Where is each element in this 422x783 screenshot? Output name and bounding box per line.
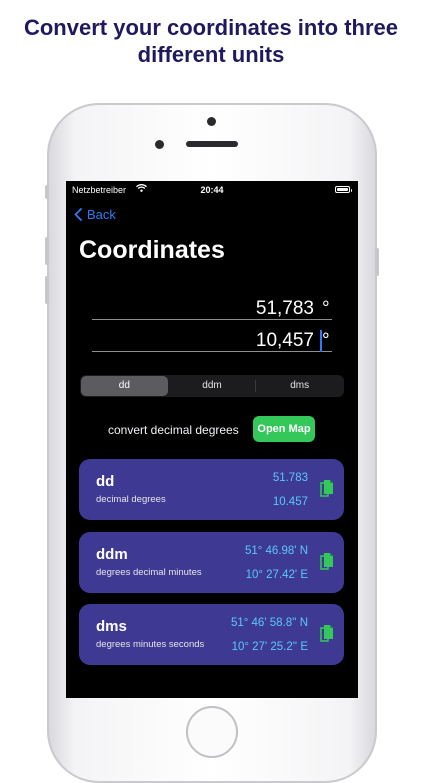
card-value-longitude: 10° 27' 25.2'' E xyxy=(231,641,308,653)
front-camera xyxy=(207,117,216,126)
back-label: Back xyxy=(87,207,116,222)
card-subtitle: degrees minutes seconds xyxy=(96,639,205,650)
segment-ddm[interactable]: ddm xyxy=(169,376,256,396)
home-button[interactable] xyxy=(186,706,238,758)
card-title: dd xyxy=(96,473,115,490)
headline-line-1: Convert your coordinates into three xyxy=(23,15,399,40)
open-map-button[interactable]: Open Map xyxy=(253,416,315,442)
card-title: ddm xyxy=(96,546,128,563)
text-cursor xyxy=(320,330,322,352)
page-title: Coordinates xyxy=(79,236,225,264)
card-subtitle: degrees decimal minutes xyxy=(96,567,202,578)
card-subtitle: decimal degrees xyxy=(96,494,166,505)
card-title: dms xyxy=(96,618,127,635)
status-bar: Netzbetreiber 20:44 xyxy=(66,183,358,197)
unit-segmented-control: dd ddm dms xyxy=(80,375,344,397)
latitude-degree-symbol: ° xyxy=(322,298,330,319)
card-value-longitude: 10.457 xyxy=(272,496,308,508)
card-value-latitude: 51° 46' 58.8'' N xyxy=(230,617,308,629)
headline: Convert your coordinates into three diff… xyxy=(0,14,422,68)
chevron-left-icon xyxy=(74,208,82,221)
app-screen: Netzbetreiber 20:44 Back Coordinates ° °… xyxy=(66,181,358,698)
card-value-latitude: 51.783 xyxy=(272,472,308,484)
copy-icon[interactable] xyxy=(320,552,334,572)
battery-icon xyxy=(335,186,352,193)
result-card-dd: dd decimal degrees 51.783 10.457 xyxy=(79,459,344,520)
phone-volume-up xyxy=(45,237,49,265)
earpiece-speaker xyxy=(186,141,238,147)
copy-icon[interactable] xyxy=(320,479,334,499)
card-value-latitude: 51° 46.98' N xyxy=(244,545,308,557)
back-button[interactable]: Back xyxy=(74,207,116,222)
copy-icon[interactable] xyxy=(320,624,334,644)
phone-power-button xyxy=(375,248,379,276)
longitude-degree-symbol: ° xyxy=(322,330,330,351)
segment-dd[interactable]: dd xyxy=(81,376,168,396)
phone-mute-switch xyxy=(45,185,49,199)
headline-line-2: different units xyxy=(137,42,285,67)
longitude-input[interactable] xyxy=(92,330,332,352)
latitude-input[interactable] xyxy=(92,298,332,320)
proximity-sensor xyxy=(155,140,164,149)
result-card-dms: dms degrees minutes seconds 51° 46' 58.8… xyxy=(79,604,344,665)
convert-label: convert decimal degrees xyxy=(108,423,239,437)
status-time: 20:44 xyxy=(200,185,224,195)
segment-dms[interactable]: dms xyxy=(256,376,343,396)
card-value-longitude: 10° 27.42' E xyxy=(245,569,308,581)
phone-volume-down xyxy=(45,276,49,304)
result-card-ddm: ddm degrees decimal minutes 51° 46.98' N… xyxy=(79,532,344,593)
